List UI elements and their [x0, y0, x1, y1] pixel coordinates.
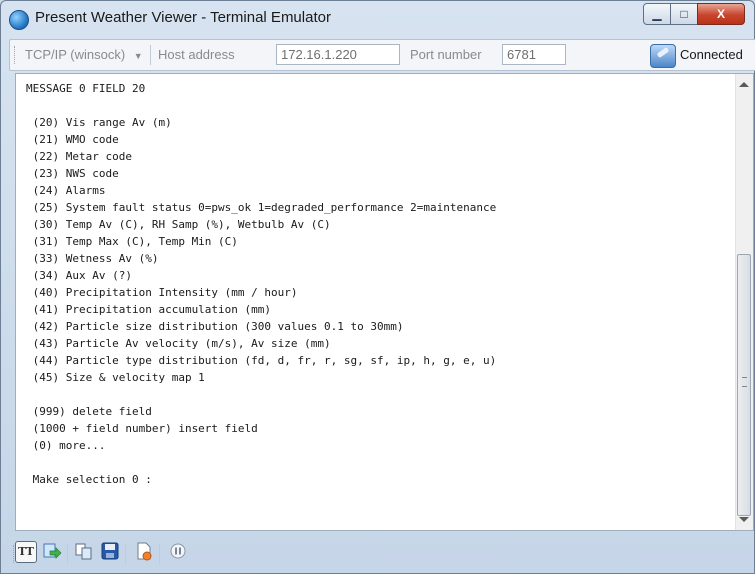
host-address-field[interactable]: 172.16.1.220 [276, 44, 400, 65]
port-number-label: Port number [410, 47, 482, 62]
terminal-line: (41) Precipitation accumulation (mm) [26, 303, 272, 316]
terminal-line: (34) Aux Av (?) [26, 269, 132, 282]
app-icon [9, 10, 29, 30]
terminal-line: MESSAGE 0 FIELD 20 [26, 82, 146, 95]
toolbar-grip[interactable] [14, 46, 18, 64]
toolbar-separator [125, 544, 126, 564]
connection-type-label: TCP/IP (winsock) [25, 47, 126, 62]
terminal-line: (44) Particle type distribution (fd, d, … [26, 354, 497, 367]
toolbar-separator [67, 544, 68, 564]
terminal-line: (24) Alarms [26, 184, 106, 197]
terminal-line: (25) System fault status 0=pws_ok 1=degr… [26, 201, 497, 214]
toolbar-separator [150, 45, 151, 65]
terminal-line: (20) Vis range Av (m) [26, 116, 172, 129]
terminal-line: (999) delete field [26, 405, 152, 418]
bottom-toolbar: TT [9, 537, 754, 569]
terminal-line: (22) Metar code [26, 150, 132, 163]
terminal-line: (40) Precipitation Intensity (mm / hour) [26, 286, 298, 299]
connection-status-label: Connected [680, 47, 743, 62]
window-title: Present Weather Viewer - Terminal Emulat… [35, 9, 331, 26]
scrollbar-grip-icon [742, 377, 747, 387]
terminal-line: (30) Temp Av (C), RH Samp (%), Wetbulb A… [26, 218, 331, 231]
terminal-line: (33) Wetness Av (%) [26, 252, 159, 265]
terminal-line: (23) NWS code [26, 167, 119, 180]
terminal-line: (0) more... [26, 439, 106, 452]
terminal-line: Make selection 0 : [26, 473, 152, 486]
terminal-text: MESSAGE 0 FIELD 20 (20) Vis range Av (m)… [26, 80, 726, 488]
close-button[interactable]: X [697, 3, 745, 25]
tt-font-icon[interactable]: TT [15, 541, 37, 563]
save-icon[interactable] [99, 541, 121, 563]
port-number-field[interactable]: 6781 [502, 44, 566, 65]
send-file-icon[interactable] [41, 541, 63, 563]
terminal-line: (45) Size & velocity map 1 [26, 371, 205, 384]
terminal-output[interactable]: MESSAGE 0 FIELD 20 (20) Vis range Av (m)… [15, 73, 754, 531]
connection-type-dropdown[interactable]: TCP/IP (winsock) ▼ [25, 47, 143, 62]
terminal-line: (42) Particle size distribution (300 val… [26, 320, 404, 333]
scroll-up-icon[interactable] [739, 82, 749, 87]
title-bar[interactable]: Present Weather Viewer - Terminal Emulat… [1, 1, 754, 35]
terminal-line: (43) Particle Av velocity (m/s), Av size… [26, 337, 331, 350]
connection-toolbar: TCP/IP (winsock) ▼ Host address 172.16.1… [9, 39, 755, 71]
maximize-icon: □ [680, 7, 688, 21]
connect-button[interactable]: Connected [650, 43, 752, 68]
host-address-label: Host address [158, 47, 235, 62]
copy-icon[interactable] [73, 541, 95, 563]
minimize-icon: ▁ [652, 7, 662, 21]
pause-icon[interactable] [167, 541, 189, 563]
scrollbar-thumb[interactable] [737, 254, 751, 516]
terminal-line: (21) WMO code [26, 133, 119, 146]
terminal-line: (31) Temp Max (C), Temp Min (C) [26, 235, 238, 248]
chevron-down-icon: ▼ [133, 51, 143, 61]
close-icon: X [716, 7, 725, 21]
scroll-down-icon[interactable] [739, 517, 749, 522]
log-file-icon[interactable] [133, 541, 155, 563]
connected-plug-icon [650, 44, 676, 68]
toolbar-separator [159, 544, 160, 564]
minimize-button[interactable]: ▁ [643, 3, 671, 25]
maximize-button[interactable]: □ [670, 3, 698, 25]
terminal-line: (1000 + field number) insert field [26, 422, 258, 435]
vertical-scrollbar[interactable] [735, 74, 753, 530]
terminal-window: Present Weather Viewer - Terminal Emulat… [0, 0, 755, 574]
